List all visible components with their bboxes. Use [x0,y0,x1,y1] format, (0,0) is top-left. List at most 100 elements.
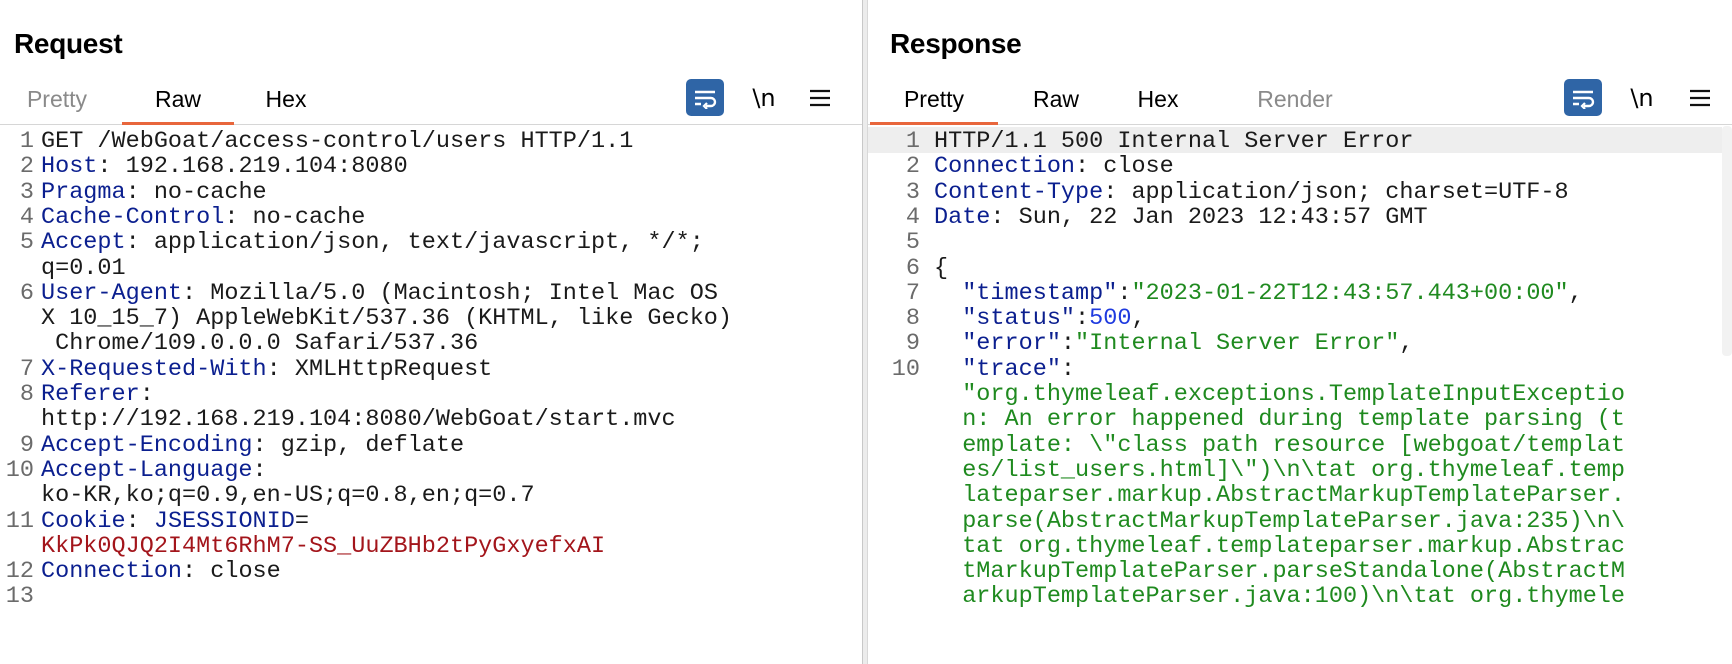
code-line: GET /WebGoat/access-control/users HTTP/1… [41,128,633,155]
code-line: http://192.168.219.104:8080/WebGoat/star… [41,406,676,433]
line-number: 1 [19,128,34,155]
wrap-lines-icon[interactable] [686,79,724,116]
code-line: "trace": [934,356,1075,383]
code-token: Connection [41,558,183,586]
code-token: : no-cache [224,203,366,231]
newline-toggle[interactable]: \n [744,78,784,118]
code-token: : [252,456,267,484]
code-token: : [139,381,154,408]
code-token: Accept-Language [41,456,253,484]
line-number: 4 [19,203,34,231]
response-tab-hex[interactable]: Hex [1118,78,1198,122]
code-line: Referer: [41,381,154,408]
line-number: 7 [905,279,920,307]
response-tab-render[interactable]: Render [1240,78,1350,122]
line-number: 10 [891,355,920,383]
code-token: es/list_users.html]\")\n\tat org.thymele… [934,456,1626,484]
code-line: emplate: \"class path resource [webgoat/… [934,432,1625,459]
code-token: = [294,507,309,535]
code-token: : application/json; charset=UTF-8 [1103,178,1569,206]
code-token: "status" [934,305,1076,333]
code-token: n: An error happened during template par… [934,406,1626,434]
newline-toggle[interactable]: \n [1622,78,1662,118]
code-token: ko-KR,ko;q=0.9,en-US;q=0.8,en;q=0.7 [41,482,535,510]
code-line: "org.thymeleaf.exceptions.TemplateInputE… [934,381,1625,408]
code-line: q=0.01 [41,255,126,282]
code-token: , [1131,305,1146,333]
hamburger-menu-icon[interactable] [800,78,840,118]
line-number: 5 [19,229,34,257]
code-token: "error" [934,330,1061,358]
code-token: Connection [934,153,1076,181]
code-line: "timestamp":"2023-01-22T12:43:57.443+00:… [934,280,1583,307]
code-token: "trace" [934,355,1061,383]
response-tab-pretty[interactable]: Pretty [870,78,998,125]
code-token: Accept-Encoding [41,431,253,459]
code-line: Connection: close [41,558,281,585]
response-pane: Response Pretty Raw Hex Render \n 1 HTTP/… [868,0,1732,664]
code-line: X 10_15_7) AppleWebKit/537.36 (KHTML, li… [41,305,732,332]
request-tab-raw[interactable]: Raw [122,78,234,125]
line-number: 8 [19,381,34,408]
request-editor[interactable]: 1 GET /WebGoat/access-control/users HTTP/… [0,126,862,664]
request-title: Request [14,28,123,59]
code-line: Accept: application/json, text/javascrip… [41,229,704,256]
line-number: 4 [905,203,920,231]
response-scrollbar[interactable] [1722,126,1732,356]
line-number: 9 [19,431,34,459]
code-token: 500 [1089,305,1132,333]
code-token: : Sun, 22 Jan 2023 12:43:57 GMT [990,203,1428,231]
line-number: 3 [905,178,920,206]
code-token: arkupTemplateParser.java:100)\n\tat org.… [934,583,1626,611]
response-title: Response [890,28,1022,59]
code-token: KkPk0QJQ2I4Mt6RhM7-SS_UuZBHb2tPyGxyefxAI [41,532,606,560]
code-line: n: An error happened during template par… [934,406,1625,433]
code-line: Host: 192.168.219.104:8080 [41,153,408,180]
response-tabbar: Pretty Raw Hex Render \n [868,78,1732,125]
code-token: Host [41,153,98,181]
code-line: "status":500, [934,305,1146,333]
line-number: 6 [905,254,920,282]
response-tab-raw[interactable]: Raw [1016,78,1096,122]
request-tab-hex[interactable]: Hex [246,78,326,122]
code-line: HTTP/1.1 500 Internal Server Error [934,128,1413,155]
code-token: Pragma [41,178,126,206]
code-line: Connection: close [934,153,1174,180]
line-number: 13 [5,583,34,611]
code-token: GET /WebGoat/access-control/users HTTP/1… [41,128,634,155]
code-token: User-Agent [41,279,183,307]
code-token: Chrome/109.0.0.0 Safari/537.36 [41,330,479,358]
code-token: : [1075,305,1090,333]
code-token: http://192.168.219.104:8080/WebGoat/star… [41,406,676,434]
code-line: arkupTemplateParser.java:100)\n\tat org.… [934,583,1625,610]
code-token: , [1568,279,1583,307]
line-number: 11 [5,507,34,535]
line-number: 12 [5,558,34,586]
line-number: 10 [5,456,34,484]
code-line: "error":"Internal Server Error", [934,330,1413,358]
code-line: Pragma: no-cache [41,179,267,206]
code-token: : close [182,558,281,586]
code-token: : [125,507,154,535]
request-tab-pretty[interactable]: Pretty [10,78,104,122]
line-number: 6 [19,279,34,307]
code-token: emplate: \"class path resource [webgoat/… [934,431,1626,459]
line-number: 3 [19,178,34,206]
code-line: KkPk0QJQ2I4Mt6RhM7-SS_UuZBHb2tPyGxyefxAI [41,533,605,560]
code-token: "timestamp" [934,279,1118,307]
code-token: lateparser.markup.AbstractMarkupTemplate… [934,482,1626,510]
code-token: Content-Type [934,178,1104,206]
code-token: JSESSIONID [153,507,295,535]
request-pane: Request Pretty Raw Hex \n 1 GET /WebGoat/… [0,0,862,664]
code-token: parse(AbstractMarkupTemplateParser.java:… [934,507,1626,535]
code-line: Date: Sun, 22 Jan 2023 12:43:57 GMT [934,204,1428,231]
response-editor[interactable]: 1 HTTP/1.1 500 Internal Server Error 2 Conn… [868,126,1732,664]
code-token: "2023-01-22T12:43:57.443+00:00" [1131,279,1569,307]
code-token: Accept [41,229,126,257]
code-line: tat org.thymeleaf.templateparser.markup.… [934,533,1625,560]
wrap-lines-icon[interactable] [1564,79,1602,116]
code-token: : gzip, deflate [252,431,465,459]
code-line: tMarkupTemplateParser.parseStandalone(Ab… [934,558,1625,585]
code-token: X 10_15_7) AppleWebKit/537.36 (KHTML, li… [41,305,733,333]
hamburger-menu-icon[interactable] [1680,78,1720,118]
